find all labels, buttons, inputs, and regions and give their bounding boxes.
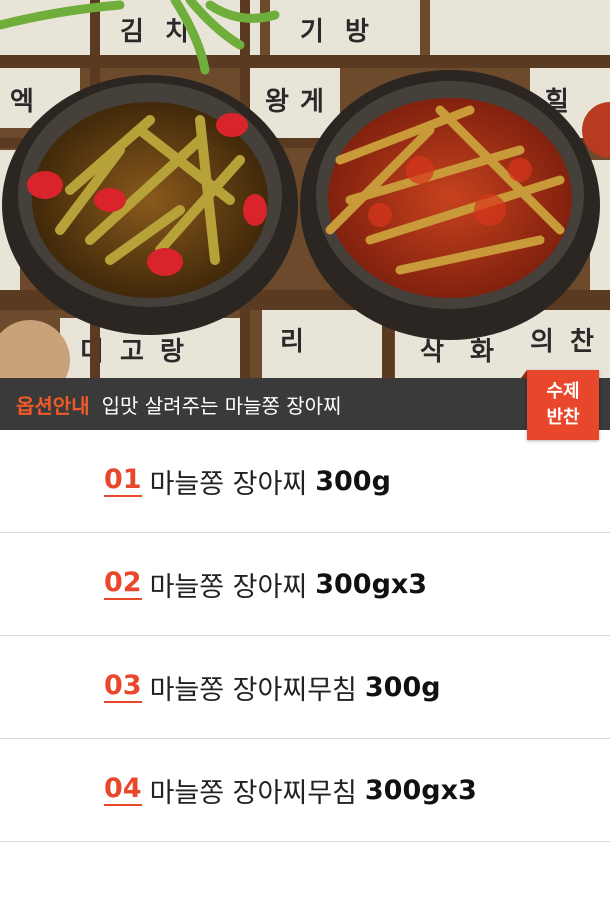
hero-photo: 김 치 기 방 왕 게 힐 엑 미 고 랑 리 삭 화 의 찬 xyxy=(0,0,610,378)
bg-glyph-3: 기 xyxy=(300,17,324,47)
option-list: 01 마늘쫑 장아찌 300g 02 마늘쫑 장아찌 300gx3 03 마늘쫑… xyxy=(0,430,610,842)
bg-glyph-8: 엑 xyxy=(10,87,34,117)
bg-glyph-10: 고 xyxy=(120,337,144,367)
option-info-bar: 옵션안내 입맛 살려주는 마늘쫑 장아찌 수제 반찬 xyxy=(0,370,610,440)
badge-fold xyxy=(521,370,527,378)
bg-glyph-5: 왕 xyxy=(265,87,289,117)
option-name: 마늘쫑 장아찌 xyxy=(149,571,308,603)
bg-glyph-13: 삭 xyxy=(420,337,444,367)
option-quantity: 300g xyxy=(364,671,441,703)
option-name: 마늘쫑 장아찌무침 xyxy=(149,674,357,706)
option-number: 04 xyxy=(104,773,142,806)
bg-glyph-12: 리 xyxy=(280,327,304,357)
option-number: 02 xyxy=(104,567,142,600)
option-quantity: 300gx3 xyxy=(364,774,477,806)
bg-glyph-14: 화 xyxy=(470,337,494,367)
bg-glyph-16: 찬 xyxy=(570,327,594,357)
option-quantity: 300g xyxy=(315,465,391,497)
option-number: 03 xyxy=(104,670,142,703)
garlic-stem-pickle-image: 김 치 기 방 왕 게 힐 엑 미 고 랑 리 삭 화 의 찬 xyxy=(0,0,610,378)
bg-glyph-6: 게 xyxy=(300,87,324,117)
badge-line2: 반찬 xyxy=(546,407,580,428)
option-item-03[interactable]: 03 마늘쫑 장아찌무침 300g xyxy=(0,636,610,739)
handmade-side-dish-badge: 수제 반찬 xyxy=(521,370,599,440)
option-name: 마늘쫑 장아찌 xyxy=(149,468,308,500)
bg-glyph-1: 김 xyxy=(120,17,144,47)
option-item-01[interactable]: 01 마늘쫑 장아찌 300g xyxy=(0,430,610,533)
bg-glyph-11: 랑 xyxy=(160,337,184,367)
option-item-04[interactable]: 04 마늘쫑 장아찌무침 300gx3 xyxy=(0,739,610,842)
option-quantity: 300gx3 xyxy=(315,568,428,600)
option-name: 마늘쫑 장아찌무침 xyxy=(149,777,357,809)
bg-glyph-4: 방 xyxy=(345,17,369,47)
badge-line1: 수제 xyxy=(546,381,580,402)
option-number: 01 xyxy=(104,464,142,497)
option-info-label: 옵션안내 xyxy=(16,393,90,418)
option-item-02[interactable]: 02 마늘쫑 장아찌 300gx3 xyxy=(0,533,610,636)
bg-glyph-15: 의 xyxy=(530,327,554,357)
product-description: 입맛 살려주는 마늘쫑 장아찌 xyxy=(101,393,342,418)
